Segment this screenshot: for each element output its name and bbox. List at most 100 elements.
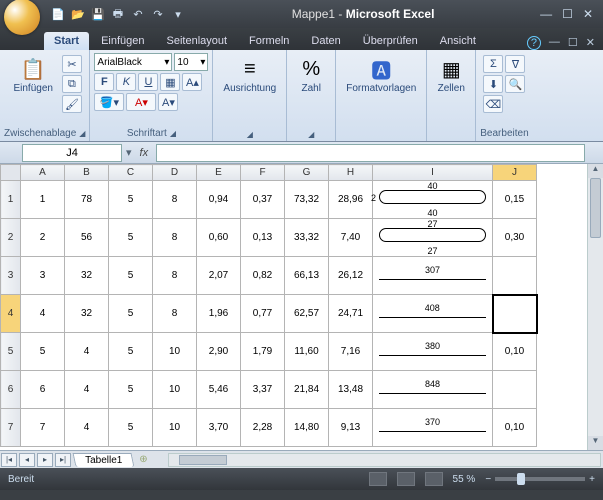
cell[interactable]: 5,46 <box>197 371 241 409</box>
cell[interactable]: 11,60 <box>285 333 329 371</box>
cell[interactable]: 8 <box>153 219 197 257</box>
cell[interactable]: 5 <box>109 219 153 257</box>
tab-start[interactable]: Start <box>44 32 89 50</box>
cell[interactable]: 4 <box>65 409 109 447</box>
cell[interactable]: 307 <box>373 257 493 295</box>
zoom-in-button[interactable]: + <box>589 474 595 485</box>
cell[interactable]: 24,71 <box>329 295 373 333</box>
col-header[interactable]: E <box>197 165 241 181</box>
styles-button[interactable]: 🅰Formatvorlagen <box>340 53 422 96</box>
cell[interactable]: 3 <box>21 257 65 295</box>
cell[interactable]: 5 <box>109 409 153 447</box>
cell[interactable]: 0,37 <box>241 181 285 219</box>
view-normal-button[interactable] <box>369 472 387 486</box>
vertical-scrollbar[interactable]: ▲ ▼ <box>587 164 603 450</box>
cell[interactable]: 2,07 <box>197 257 241 295</box>
zoom-slider[interactable] <box>495 477 585 481</box>
cell[interactable]: 0,10 <box>493 333 537 371</box>
qat-undo-icon[interactable]: ↶ <box>130 6 146 22</box>
underline-button[interactable]: U <box>138 73 158 91</box>
sheet-tab[interactable]: Tabelle1 <box>73 453 135 467</box>
find-button[interactable]: 🔍 <box>505 75 525 93</box>
cell[interactable]: 21,84 <box>285 371 329 409</box>
qat-new-icon[interactable]: 📄 <box>50 6 66 22</box>
qat-open-icon[interactable]: 📂 <box>70 6 86 22</box>
cell[interactable] <box>493 257 537 295</box>
format-painter-button[interactable]: 🖌 <box>62 95 82 113</box>
cell[interactable]: 7,16 <box>329 333 373 371</box>
cell[interactable]: 28,96 <box>329 181 373 219</box>
font-name-combo[interactable]: ArialBlack▾ <box>94 53 172 71</box>
cell[interactable]: 8 <box>153 257 197 295</box>
cells-button[interactable]: ▦Zellen <box>431 53 471 96</box>
minimize-button[interactable]: — <box>540 7 552 21</box>
cell[interactable]: 0,15 <box>493 181 537 219</box>
bold-button[interactable]: F <box>94 73 114 91</box>
col-header[interactable]: J <box>493 165 537 181</box>
cell[interactable]: 0,30 <box>493 219 537 257</box>
cell[interactable]: 13,48 <box>329 371 373 409</box>
qat-print-icon[interactable]: 🖶 <box>110 6 126 22</box>
autosum-button[interactable]: Σ <box>483 55 503 73</box>
cell[interactable]: 848 <box>373 371 493 409</box>
sheet-nav-next[interactable]: ▸ <box>37 453 53 467</box>
help-icon[interactable]: ? <box>527 36 541 50</box>
cell[interactable]: 2727 <box>373 219 493 257</box>
row-header[interactable]: 5 <box>1 333 21 371</box>
cell[interactable]: 4 <box>65 333 109 371</box>
cell[interactable]: 33,32 <box>285 219 329 257</box>
cell[interactable]: 5 <box>109 181 153 219</box>
cell[interactable]: 9,13 <box>329 409 373 447</box>
dialog-launcher-icon[interactable]: ◢ <box>247 130 253 139</box>
cell[interactable]: 5 <box>21 333 65 371</box>
tab-überprüfen[interactable]: Überprüfen <box>353 32 428 50</box>
cell[interactable]: 6 <box>21 371 65 409</box>
new-sheet-icon[interactable]: ⊕ <box>139 454 147 465</box>
border-button[interactable]: ▦ <box>160 73 180 91</box>
copy-button[interactable]: ⧉ <box>62 75 82 93</box>
cell[interactable]: 380 <box>373 333 493 371</box>
cell[interactable]: 5 <box>109 257 153 295</box>
qat-more-icon[interactable]: ▾ <box>170 6 186 22</box>
cell[interactable]: 5 <box>109 371 153 409</box>
dialog-launcher-icon[interactable]: ◢ <box>170 129 176 138</box>
cell[interactable]: 0,13 <box>241 219 285 257</box>
cell[interactable]: 78 <box>65 181 109 219</box>
sheet-nav-prev[interactable]: ◂ <box>19 453 35 467</box>
zoom-level[interactable]: 55 % <box>453 474 476 485</box>
col-header[interactable]: D <box>153 165 197 181</box>
col-header[interactable]: A <box>21 165 65 181</box>
formula-bar[interactable] <box>156 144 585 162</box>
cell[interactable]: 26,12 <box>329 257 373 295</box>
font-color-button[interactable]: A▾ <box>126 93 156 111</box>
cell[interactable]: 66,13 <box>285 257 329 295</box>
sort-button[interactable]: ᐁ <box>505 55 525 73</box>
cell[interactable]: 2,28 <box>241 409 285 447</box>
row-header[interactable]: 4 <box>1 295 21 333</box>
cell[interactable]: 8 <box>153 181 197 219</box>
cell[interactable]: 8 <box>153 295 197 333</box>
row-header[interactable]: 2 <box>1 219 21 257</box>
view-layout-button[interactable] <box>397 472 415 486</box>
clear-button[interactable]: ⌫ <box>483 95 503 113</box>
doc-minimize-button[interactable]: — <box>549 36 560 50</box>
doc-restore-button[interactable]: ☐ <box>568 36 578 50</box>
cell[interactable]: 40240 <box>373 181 493 219</box>
cell[interactable]: 1,79 <box>241 333 285 371</box>
cell[interactable]: 3,70 <box>197 409 241 447</box>
cell[interactable]: 0,60 <box>197 219 241 257</box>
cell[interactable]: 0,82 <box>241 257 285 295</box>
horizontal-scrollbar[interactable] <box>168 453 601 467</box>
maximize-button[interactable]: ☐ <box>562 7 573 21</box>
sheet-nav-last[interactable]: ▸| <box>55 453 71 467</box>
cell[interactable]: 0,94 <box>197 181 241 219</box>
grow-font-button[interactable]: A▴ <box>182 73 202 91</box>
tab-ansicht[interactable]: Ansicht <box>430 32 486 50</box>
shrink-font-button[interactable]: A▾ <box>158 93 178 111</box>
cell[interactable]: 32 <box>65 257 109 295</box>
cell[interactable]: 7 <box>21 409 65 447</box>
office-button[interactable] <box>4 0 40 35</box>
paste-button[interactable]: 📋 Einfügen <box>7 53 58 96</box>
fx-icon[interactable]: fx <box>140 147 149 159</box>
scroll-thumb[interactable] <box>590 178 601 238</box>
